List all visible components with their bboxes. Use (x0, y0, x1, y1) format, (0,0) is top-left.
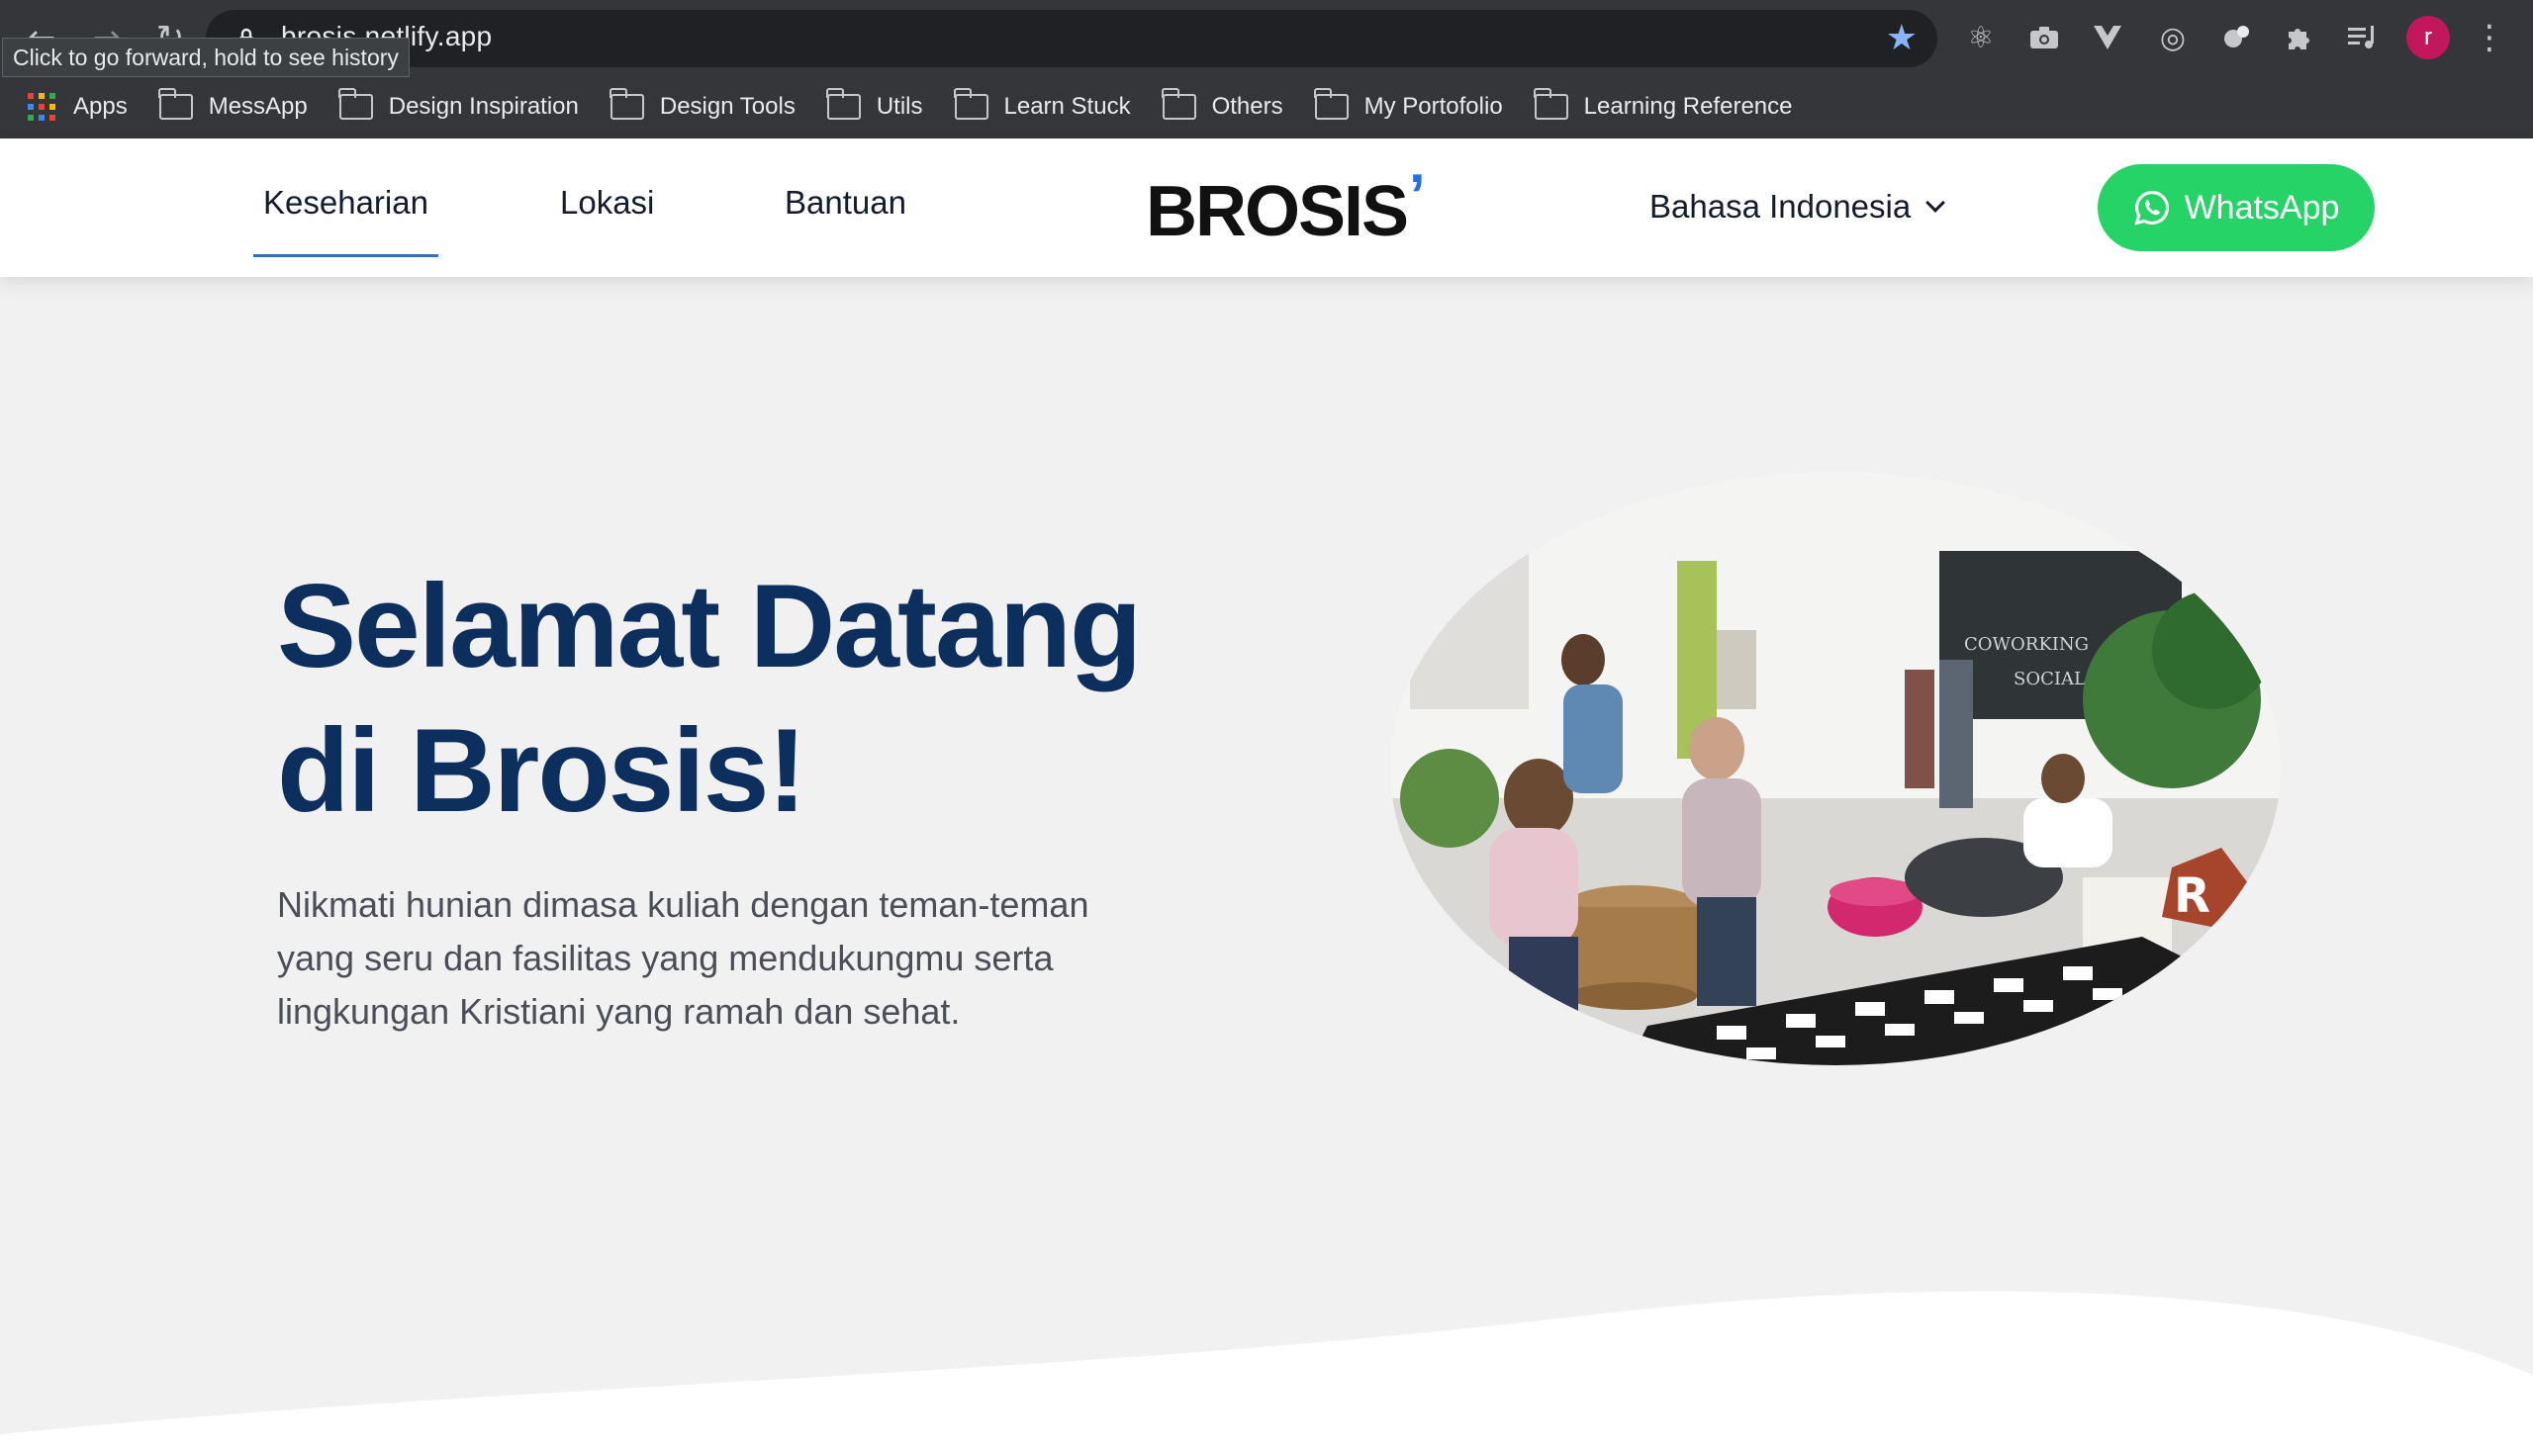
folder-icon (1534, 88, 1568, 120)
nav-link-lokasi[interactable]: Lokasi (560, 184, 654, 222)
bookmark-star-icon[interactable]: ★ (1886, 18, 1918, 58)
folder-icon (954, 88, 988, 120)
brosis-logo[interactable]: BROSIS’ (1146, 166, 1426, 248)
react-devtools-icon[interactable]: ⚛ (1961, 18, 2001, 57)
nav-link-bantuan[interactable]: Bantuan (785, 184, 906, 222)
kebab-menu-icon[interactable]: ⋮ (2470, 18, 2509, 57)
folder-icon (826, 88, 861, 120)
site-header: Keseharian Lokasi Bantuan BROSIS’ Bahasa… (0, 138, 2533, 277)
language-selector[interactable]: Bahasa Indonesia (1649, 188, 1946, 226)
apps-grid-icon (28, 93, 55, 121)
bookmark-utils[interactable]: Utils (826, 83, 943, 131)
gemini-icon[interactable] (2216, 18, 2256, 57)
bookmark-label: MessApp (208, 93, 308, 120)
whatsapp-icon (2133, 191, 2169, 226)
tooltip: Click to go forward, hold to see history (2, 38, 410, 77)
hero-title-line-1: Selamat Datang (277, 560, 1142, 692)
whatsapp-button[interactable]: WhatsApp (2098, 164, 2375, 251)
bookmark-messapp[interactable]: MessApp (158, 83, 328, 131)
hero-title: Selamat Datang di Brosis! (277, 554, 1247, 843)
svg-text:R: R (2174, 868, 2210, 924)
puzzle-extensions-icon[interactable] (2280, 18, 2319, 57)
bookmark-learning-reference[interactable]: Learning Reference (1534, 83, 1813, 131)
hero-photo: COWORKING SOCIAL R (1390, 472, 2281, 1065)
bookmark-label: Learn Stuck (1003, 93, 1131, 120)
target-icon[interactable]: ◎ (2153, 18, 2193, 57)
vue-devtools-icon[interactable] (2088, 18, 2127, 57)
browser-chrome: ← → ↻ brosis.netlify.app ★ ⚛ ◎ r ⋮ (0, 0, 2533, 138)
bottom-wave-decoration (0, 1291, 2533, 1456)
bookmark-label: My Portofolio (1363, 93, 1503, 120)
nav-link-keseharian[interactable]: Keseharian (253, 184, 438, 257)
folder-icon (338, 88, 373, 120)
bookmark-label: Others (1211, 93, 1283, 120)
folder-icon (1162, 88, 1196, 120)
bookmark-label: Learning Reference (1583, 93, 1793, 120)
bookmark-label: Apps (73, 93, 128, 120)
bookmark-design-inspiration[interactable]: Design Inspiration (338, 83, 599, 131)
camera-icon[interactable] (2024, 18, 2064, 57)
svg-text:COWORKING: COWORKING (1964, 634, 2089, 655)
bookmark-learn-stuck[interactable]: Learn Stuck (954, 83, 1151, 131)
bookmark-design-tools[interactable]: Design Tools (610, 83, 815, 131)
whatsapp-label: WhatsApp (2184, 188, 2340, 227)
logo-text: BROSIS (1146, 172, 1409, 251)
hero-description: Nikmati hunian dimasa kuliah dengan tema… (277, 884, 1089, 1032)
folder-icon (158, 88, 193, 120)
bookmarks-bar: Apps MessApp Design Inspiration Design T… (0, 77, 2533, 136)
bookmark-label: Utils (876, 93, 923, 120)
folder-icon (1314, 88, 1349, 120)
language-label: Bahasa Indonesia (1649, 188, 1912, 225)
svg-text:SOCIAL: SOCIAL (2014, 669, 2086, 689)
profile-avatar[interactable]: r (2406, 16, 2450, 59)
chevron-down-icon (1925, 193, 1946, 213)
hero-title-line-2: di Brosis! (277, 704, 806, 837)
bookmark-my-portofolio[interactable]: My Portofolio (1314, 83, 1523, 131)
logo-comma-mark: ’ (1409, 162, 1426, 228)
folder-icon (610, 88, 644, 120)
bookmark-apps[interactable]: Apps (28, 83, 147, 131)
media-control-icon[interactable] (2343, 18, 2383, 57)
bookmark-others[interactable]: Others (1162, 83, 1303, 131)
bookmark-label: Design Inspiration (388, 93, 579, 120)
bookmark-label: Design Tools (659, 93, 796, 120)
address-bar[interactable]: brosis.netlify.app ★ (206, 10, 1937, 67)
coworking-lounge-photo: COWORKING SOCIAL R (1390, 472, 2281, 1065)
